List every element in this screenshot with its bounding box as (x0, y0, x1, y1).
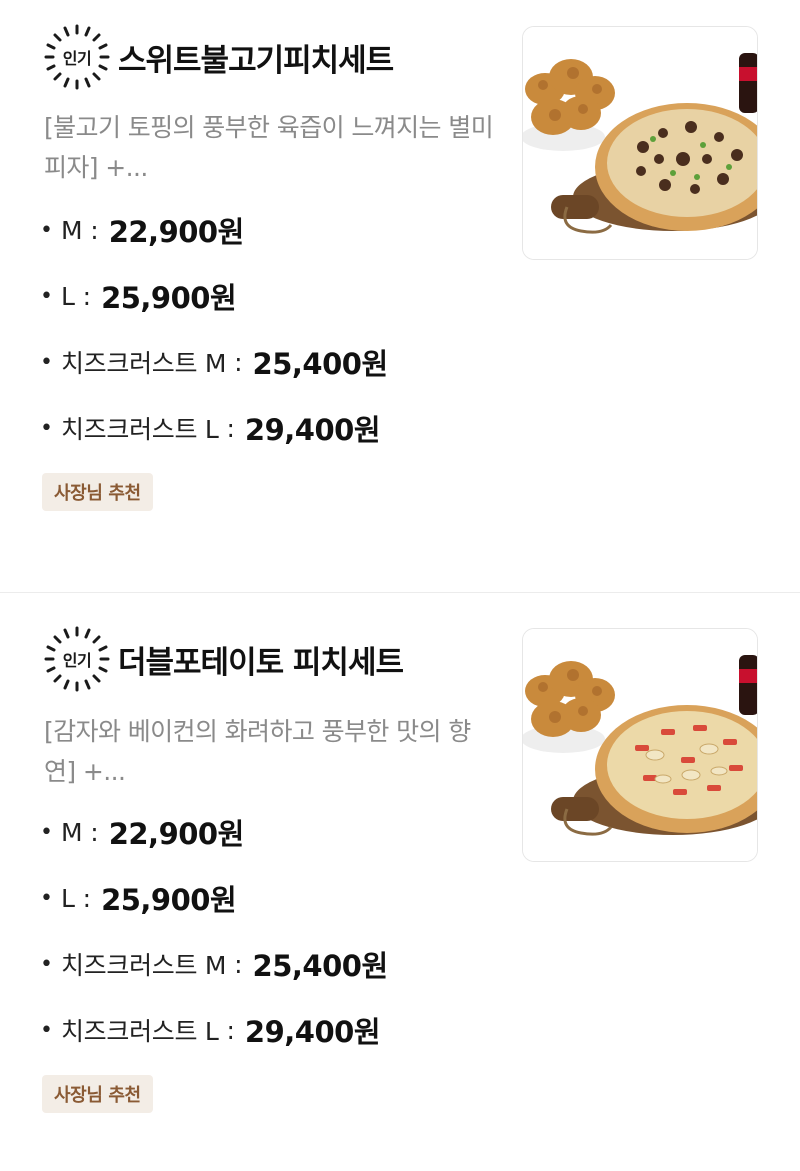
owner-recommend-tag: 사장님 추천 (42, 1075, 153, 1113)
colon: : (226, 1015, 235, 1045)
size-label: M (60, 215, 83, 245)
size-label: 치즈크러스트 L (60, 415, 219, 444)
bullet: • (40, 217, 53, 243)
colon: : (234, 347, 243, 377)
bullet: • (40, 415, 53, 441)
price-row-m[interactable]: • M : 22,900원 (40, 810, 244, 854)
title-row: 인기 스위트불고기피치세트 (42, 22, 394, 92)
price: 29,400원 (244, 1015, 381, 1049)
potato-pizza-chicken-image (523, 629, 757, 861)
title-row: 인기 더블포테이토 피치세트 (42, 624, 404, 694)
size-label: L (60, 883, 75, 913)
price-row-cheese-l[interactable]: • 치즈크러스트 L : 29,400원 (40, 1008, 381, 1052)
popular-badge: 인기 (42, 22, 112, 92)
badge-label: 인기 (62, 49, 92, 68)
bullet: • (40, 1017, 53, 1043)
price: 25,400원 (252, 949, 389, 983)
colon: : (82, 883, 92, 913)
popular-badge: 인기 (42, 624, 112, 694)
bullet: • (40, 283, 53, 309)
price-row-m[interactable]: • M : 22,900원 (40, 208, 244, 252)
bulgogi-pizza-chicken-image (523, 27, 757, 259)
colon: : (82, 281, 92, 311)
item-divider (0, 592, 800, 593)
bullet: • (40, 819, 53, 845)
menu-description: [불고기 토핑의 풍부한 육즙이 느껴지는 별미 피자] +... (44, 113, 494, 182)
price: 25,900원 (101, 883, 237, 917)
size-label: 치즈크러스트 M (60, 349, 227, 378)
badge-label: 인기 (62, 651, 92, 670)
size-label: L (60, 281, 75, 311)
bullet: • (40, 951, 53, 977)
menu-description: [감자와 베이컨의 화려하고 풍부한 맛의 향연] +... (44, 717, 471, 786)
colon: : (226, 413, 235, 443)
price: 22,900원 (108, 817, 245, 851)
price: 25,400원 (252, 347, 389, 381)
size-label: 치즈크러스트 M (60, 951, 227, 980)
menu-image[interactable] (522, 628, 758, 862)
menu-title[interactable]: 더블포테이토 피치세트 (118, 637, 404, 682)
price-row-cheese-m[interactable]: • 치즈크러스트 M : 25,400원 (40, 942, 388, 986)
size-label: M (60, 817, 83, 847)
price: 25,900원 (101, 281, 237, 315)
price-row-l[interactable]: • L : 25,900원 (40, 876, 237, 920)
menu-image[interactable] (522, 26, 758, 260)
bullet: • (40, 349, 53, 375)
price: 29,400원 (244, 413, 381, 447)
colon: : (90, 817, 99, 847)
colon: : (234, 949, 243, 979)
colon: : (90, 215, 99, 245)
price-row-cheese-l[interactable]: • 치즈크러스트 L : 29,400원 (40, 406, 381, 450)
price-row-cheese-m[interactable]: • 치즈크러스트 M : 25,400원 (40, 340, 388, 384)
menu-item-sweet-bulgogi[interactable]: 인기 스위트불고기피치세트 [불고기 토핑의 풍부한 육즙이 느껴지는 별미 피… (0, 0, 800, 593)
bullet: • (40, 885, 53, 911)
owner-recommend-tag: 사장님 추천 (42, 473, 153, 511)
menu-item-double-potato[interactable]: 인기 더블포테이토 피치세트 [감자와 베이컨의 화려하고 풍부한 맛의 향연]… (0, 594, 800, 1171)
price: 22,900원 (108, 215, 245, 249)
price-row-l[interactable]: • L : 25,900원 (40, 274, 237, 318)
menu-title[interactable]: 스위트불고기피치세트 (118, 35, 394, 80)
size-label: 치즈크러스트 L (60, 1017, 219, 1046)
